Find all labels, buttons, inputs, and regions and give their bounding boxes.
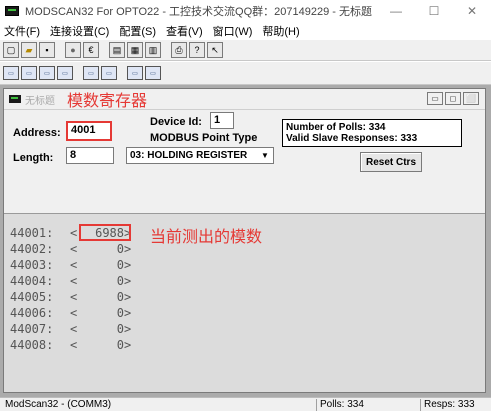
device-id-label: Device Id: (150, 116, 202, 128)
length-input[interactable]: 8 (66, 147, 114, 164)
child-controls: ▭ ◻ ⬜ (425, 92, 479, 105)
list-item[interactable]: 44008: <0> (10, 338, 131, 353)
list-item[interactable]: 44007: <0> (10, 322, 131, 337)
coil-view-icon[interactable]: ▭ (127, 66, 143, 80)
print-icon[interactable]: ⎙ (171, 42, 187, 58)
decimal-view-icon[interactable]: ▭ (21, 66, 37, 80)
list-item[interactable]: 44006: <0> (10, 306, 131, 321)
new-icon[interactable]: ▢ (3, 42, 19, 58)
device-id-input[interactable]: 1 (210, 112, 234, 129)
disconnect-icon[interactable]: € (83, 42, 99, 58)
register-view-icon[interactable]: ▭ (145, 66, 161, 80)
context-help-icon[interactable]: ↖ (207, 42, 223, 58)
window-title: MODSCAN32 For OPTO22 - 工控技术交流QQ群：2071492… (25, 6, 372, 18)
menu-help[interactable]: 帮助(H) (262, 23, 299, 39)
close-button[interactable]: ✕ (453, 0, 491, 22)
menu-file[interactable]: 文件(F) (4, 23, 40, 39)
child-restore-button[interactable]: ◻ (445, 92, 461, 105)
app-icon (5, 6, 19, 16)
point-type-select[interactable]: 03: HOLDING REGISTER ▼ (126, 147, 274, 164)
float-view-icon[interactable]: ▭ (57, 66, 73, 80)
responses-count-text: Valid Slave Responses: 333 (286, 133, 418, 144)
status-polls: Polls: 334 (316, 399, 392, 411)
list-item[interactable]: 44005: <0> (10, 290, 131, 305)
status-connection: ModScan32 - (COMM3) (5, 399, 112, 410)
mdi-workspace: 无标题 模数寄存器 ▭ ◻ ⬜ Address: 4001 Length: 8 … (0, 85, 491, 397)
register-data-list: 44001: <6988> 44002: <0> 44003: <0> 44004: <… (4, 213, 485, 392)
double-view-icon[interactable]: ▭ (101, 66, 117, 80)
value-highlight-box (79, 224, 131, 241)
child-maximize-button[interactable]: ⬜ (463, 92, 479, 105)
scan-settings-panel: Address: 4001 Length: 8 Device Id: 1 MOD… (4, 109, 485, 213)
polls-count-text: Number of Polls: 334 (286, 122, 386, 133)
view-toolbar: ▭ ▭ ▭ ▭ ▭ ▭ ▭ ▭ (0, 61, 491, 85)
maximize-button[interactable]: ☐ (415, 0, 453, 22)
swap-view-icon[interactable]: ▭ (83, 66, 99, 80)
point-type-label: MODBUS Point Type (150, 132, 258, 144)
status-resps: Resps: 333 (420, 399, 486, 411)
annotation-title: 模数寄存器 (67, 93, 148, 110)
chevron-down-icon: ▼ (261, 151, 269, 160)
menu-connection[interactable]: 连接设置(C) (50, 23, 109, 39)
address-input[interactable]: 4001 (66, 121, 112, 141)
point-type-value: 03: HOLDING REGISTER (130, 150, 248, 161)
binary-view-icon[interactable]: ▭ (3, 66, 19, 80)
open-icon[interactable]: ▰ (21, 42, 37, 58)
menu-view[interactable]: 查看(V) (166, 23, 203, 39)
list-item[interactable]: 44004: <0> (10, 274, 131, 289)
minimize-button[interactable]: — (377, 0, 415, 22)
hex-view-icon[interactable]: ▭ (39, 66, 55, 80)
scan-child-window: 无标题 模数寄存器 ▭ ◻ ⬜ Address: 4001 Length: 8 … (3, 88, 486, 393)
main-toolbar: ▢ ▰ ▪ ● € ▤ ▦ ▥ ⎙ ? ↖ (0, 39, 491, 61)
address-label: Address: (13, 127, 61, 139)
monitor-icon[interactable]: ▦ (127, 42, 143, 58)
child-minimize-button[interactable]: ▭ (427, 92, 443, 105)
child-title-bar: 无标题 模数寄存器 ▭ ◻ ⬜ (4, 89, 485, 110)
annotation-value: 当前测出的模数 (150, 229, 263, 246)
help-icon[interactable]: ? (189, 42, 205, 58)
save-icon[interactable]: ▪ (39, 42, 55, 58)
child-window-icon (9, 95, 21, 103)
child-title: 无标题 (25, 95, 55, 107)
menu-window[interactable]: 窗口(W) (213, 23, 253, 39)
length-label: Length: (13, 152, 54, 164)
window-controls: — ☐ ✕ (377, 0, 491, 22)
title-bar: MODSCAN32 For OPTO22 - 工控技术交流QQ群：2071492… (0, 0, 491, 22)
reset-counters-button[interactable]: Reset Ctrs (360, 152, 422, 172)
list-item[interactable]: 44002: <0> (10, 242, 131, 257)
display-icon[interactable]: ▤ (109, 42, 125, 58)
status-bar: ModScan32 - (COMM3) Polls: 334 Resps: 33… (0, 397, 491, 411)
list-item[interactable]: 44003: <0> (10, 258, 131, 273)
menu-setup[interactable]: 配置(S) (119, 23, 156, 39)
poll-stats-box: Number of Polls: 334 Valid Slave Respons… (282, 119, 462, 147)
setup-icon[interactable]: ▥ (145, 42, 161, 58)
menu-bar: 文件(F) 连接设置(C) 配置(S) 查看(V) 窗口(W) 帮助(H) (0, 22, 491, 39)
connect-icon[interactable]: ● (65, 42, 81, 58)
